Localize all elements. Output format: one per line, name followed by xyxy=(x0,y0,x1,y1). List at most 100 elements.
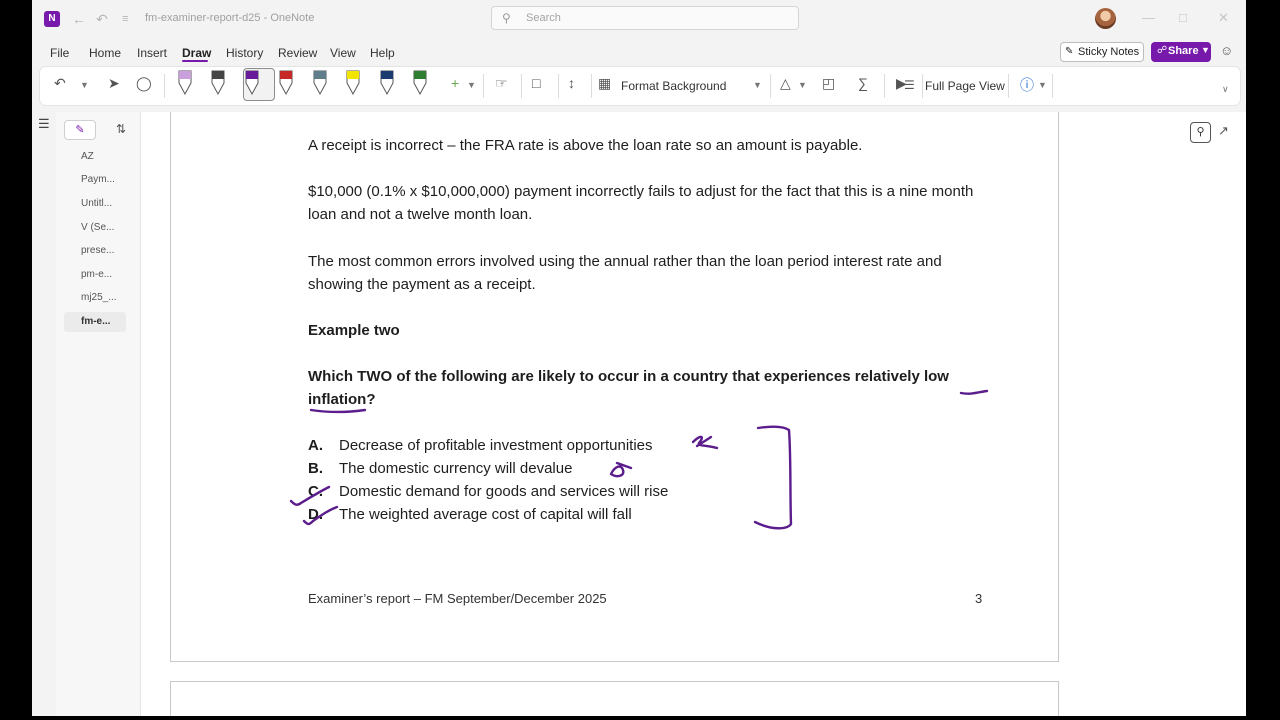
option-a: A. Decrease of profitable investment oppo… xyxy=(308,434,653,457)
menu-home[interactable]: Home xyxy=(89,46,121,60)
page-item[interactable]: mj25_... xyxy=(64,288,126,308)
page-item-label: pm-e... xyxy=(81,269,113,280)
close-icon[interactable]: ✕ xyxy=(1218,10,1229,26)
option-letter: D. xyxy=(308,506,323,523)
pen-tool-7[interactable] xyxy=(380,70,394,96)
search-icon: ⚲ xyxy=(502,11,511,25)
ribbon-divider xyxy=(558,74,559,98)
pen-tool-4[interactable] xyxy=(279,70,293,96)
draw-ribbon: ↶ ▼ ➤ ◯ + ▼ ☞ □ ↕ ▦ Format Background ▼ … xyxy=(40,67,1240,105)
page-item[interactable]: Untitl... xyxy=(64,194,126,214)
full-page-view-button[interactable]: Full Page View xyxy=(925,79,1005,93)
page-item-label: AZ xyxy=(81,151,94,162)
maximize-icon[interactable]: □ xyxy=(1179,10,1187,25)
format-background-button[interactable]: Format Background xyxy=(621,79,726,93)
page-item[interactable]: Paym... xyxy=(64,170,126,190)
page-item-label: fm-e... xyxy=(81,316,111,327)
option-letter: A. xyxy=(308,437,323,454)
hamburger-menu-icon[interactable]: ☰ xyxy=(38,116,50,132)
help-dropdown-icon[interactable]: ▼ xyxy=(1038,80,1047,90)
example-heading: Example two xyxy=(308,322,400,339)
pen-tool-8[interactable] xyxy=(413,70,427,96)
menu-help[interactable]: Help xyxy=(370,46,395,60)
ribbon-divider xyxy=(483,74,484,98)
navigation-strip: ☰ xyxy=(32,112,56,716)
shapes-dropdown-icon[interactable]: ▼ xyxy=(798,80,807,90)
paragraph-payment: $10,000 (0.1% x $10,000,000) payment inc… xyxy=(308,183,974,223)
ribbon-divider xyxy=(884,74,885,98)
pen-tool-6[interactable] xyxy=(346,70,360,96)
ink-to-text-icon[interactable]: ◰ xyxy=(822,75,835,92)
page-item-label: mj25_... xyxy=(81,292,117,303)
page-item[interactable]: pm-e... xyxy=(64,265,126,285)
next-pdf-page xyxy=(170,681,1059,716)
menu-review[interactable]: Review xyxy=(278,46,317,60)
option-text: The domestic currency will devalue xyxy=(339,460,573,477)
ink-to-math-icon[interactable]: ∑ xyxy=(858,75,868,91)
add-page-button[interactable]: ✎ xyxy=(64,120,96,140)
undo-icon[interactable]: ↶ xyxy=(96,10,108,28)
page-footer: Examiner’s report – FM September/Decembe… xyxy=(308,591,607,606)
ribbon-divider xyxy=(1052,74,1053,98)
insert-space-icon[interactable]: ↕ xyxy=(568,75,575,91)
note-canvas[interactable]: A receipt is incorrect – the FRA rate is… xyxy=(141,112,1246,716)
search-page-button[interactable]: ⚲ xyxy=(1190,122,1211,143)
page-item-label: Paym... xyxy=(81,174,115,185)
page-item[interactable]: prese... xyxy=(64,241,126,261)
ribbon-divider xyxy=(521,74,522,98)
question-text: Which TWO of the following are likely to… xyxy=(308,368,949,408)
share-label: Share xyxy=(1168,45,1199,57)
pen-tool-5[interactable] xyxy=(313,70,327,96)
menu-view[interactable]: View xyxy=(330,46,356,60)
ribbon-divider xyxy=(922,74,923,98)
help-icon[interactable]: ⓘ xyxy=(1020,75,1034,95)
sticky-notes-label: Sticky Notes xyxy=(1078,46,1140,58)
expand-icon[interactable]: ↗ xyxy=(1218,123,1229,139)
minimize-icon[interactable]: — xyxy=(1142,10,1155,25)
search-placeholder: Search xyxy=(526,12,561,24)
pdf-page: A receipt is incorrect – the FRA rate is… xyxy=(170,112,1059,662)
menu-draw[interactable]: Draw xyxy=(182,46,211,60)
menu-history[interactable]: History xyxy=(226,46,263,60)
collapse-ribbon-icon[interactable]: ∨ xyxy=(1222,84,1229,95)
paragraph-common-errors: The most common errors involved using th… xyxy=(308,253,942,293)
page-item-active[interactable]: fm-e... xyxy=(64,312,126,332)
active-tab-indicator xyxy=(182,60,208,62)
page-item[interactable]: V (Se... xyxy=(64,218,126,238)
sticky-notes-button[interactable]: ✎ Sticky Notes xyxy=(1060,42,1144,62)
share-button[interactable]: ☍ Share ▼ xyxy=(1151,42,1211,62)
ribbon-divider xyxy=(1008,74,1009,98)
format-background-dropdown-icon[interactable]: ▼ xyxy=(753,80,762,90)
menu-file[interactable]: File xyxy=(50,46,69,60)
search-box[interactable]: ⚲ Search xyxy=(491,6,799,30)
option-text: The weighted average cost of capital wil… xyxy=(339,506,632,523)
add-pen-dropdown-icon[interactable]: ▼ xyxy=(467,80,476,90)
pen-tool-3[interactable] xyxy=(245,70,259,96)
person-icon[interactable]: ☺ xyxy=(1220,43,1233,58)
full-page-view-icon[interactable]: ☰ xyxy=(904,78,915,92)
customize-icon[interactable]: ≡ xyxy=(122,10,128,28)
option-text: Domestic demand for goods and services w… xyxy=(339,483,669,500)
pen-tool-1[interactable] xyxy=(178,70,192,96)
pen-tool-2[interactable] xyxy=(211,70,225,96)
document-title: fm-examiner-report-d25 - OneNote xyxy=(145,12,315,24)
avatar[interactable] xyxy=(1095,8,1116,29)
ink-to-shape-icon[interactable]: ☞ xyxy=(495,75,508,92)
back-icon[interactable]: ← xyxy=(72,10,86,28)
page-item-label: Untitl... xyxy=(81,198,113,209)
shapes-icon[interactable]: △ xyxy=(780,75,791,92)
sticky-note-icon: ✎ xyxy=(1065,46,1074,57)
option-b: B. The domestic currency will devalue xyxy=(308,457,572,480)
option-letter: B. xyxy=(308,460,323,477)
page-item-label: V (Se... xyxy=(81,222,115,233)
page-item[interactable]: AZ xyxy=(64,147,126,167)
format-background-icon[interactable]: ▦ xyxy=(598,75,611,92)
add-pen-icon[interactable]: + xyxy=(451,75,459,91)
chevron-down-icon: ▼ xyxy=(1201,45,1210,55)
menu-insert[interactable]: Insert xyxy=(137,46,167,60)
onenote-logo-icon: N xyxy=(44,11,60,27)
page-list: ✎ ⇅ AZ Paym... Untitl... V (Se... prese.… xyxy=(56,112,141,716)
sort-pages-icon[interactable]: ⇅ xyxy=(116,122,126,136)
ruler-icon[interactable]: □ xyxy=(532,75,540,91)
option-c: C. Domestic demand for goods and services… xyxy=(308,480,668,503)
